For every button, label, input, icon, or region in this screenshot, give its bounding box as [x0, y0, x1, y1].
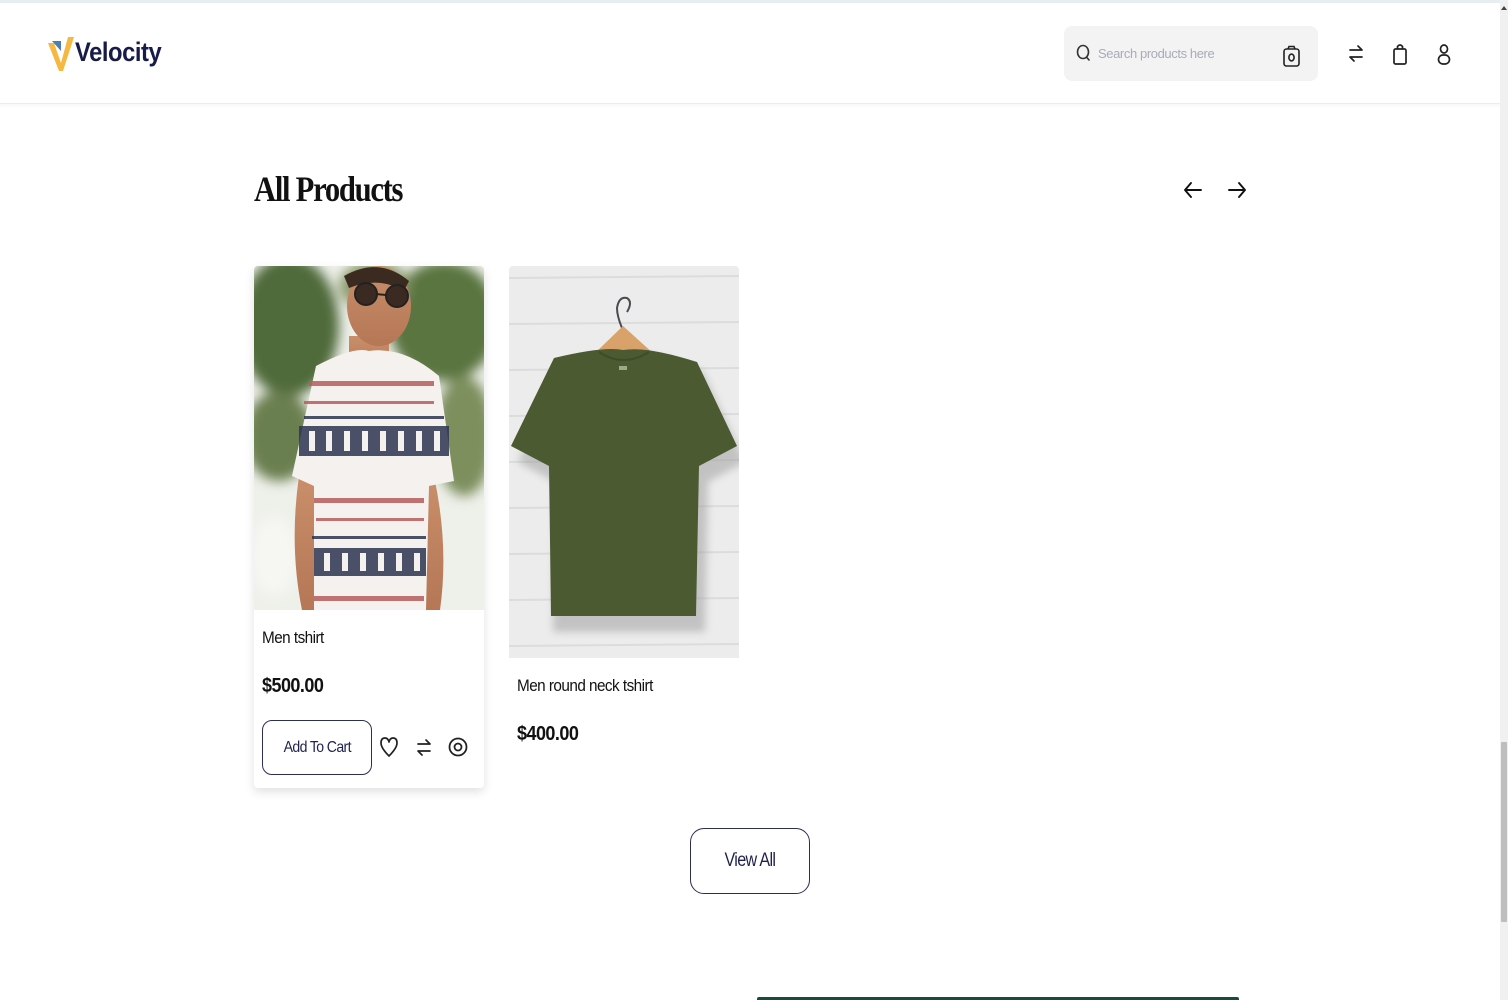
view-all-button[interactable]: View All [690, 828, 810, 894]
wishlist-button[interactable] [377, 734, 401, 760]
product-card[interactable]: Men tshirt $500.00 Add To Cart [254, 266, 484, 788]
shopping-bag-icon [1393, 44, 1407, 65]
product-image[interactable] [254, 266, 484, 610]
cart-button[interactable] [1388, 41, 1412, 67]
heart-icon [380, 737, 398, 757]
user-icon [1437, 44, 1451, 65]
compare-icon [417, 739, 431, 756]
product-card[interactable]: Men round neck tshirt $400.00 [509, 266, 739, 745]
compare-icon [1349, 45, 1363, 62]
scrollbar-thumb[interactable] [1501, 742, 1507, 922]
logo[interactable]: Velocity [48, 33, 173, 71]
compare-button[interactable] [1344, 41, 1368, 67]
carousel-prev-button[interactable] [1180, 177, 1206, 203]
brand-name: Velocity [75, 36, 162, 67]
camera-search-icon[interactable] [1282, 44, 1302, 68]
compare-product-button[interactable] [412, 734, 436, 760]
product-price: $500.00 [262, 675, 324, 697]
search-input[interactable] [1098, 40, 1278, 66]
search-bar [1064, 26, 1318, 81]
scroll-up-icon[interactable] [1501, 6, 1507, 10]
product-image[interactable] [509, 266, 739, 658]
section-title: All Products [254, 169, 403, 209]
product-photo-round-neck-tshirt [509, 266, 739, 658]
search-icon[interactable] [1074, 43, 1094, 63]
product-name[interactable]: Men round neck tshirt [517, 676, 653, 696]
quick-view-icon [448, 737, 468, 757]
add-to-cart-button[interactable]: Add To Cart [262, 720, 372, 775]
product-photo-men-tshirt [254, 266, 484, 610]
arrow-right-icon [1228, 182, 1246, 198]
add-to-cart-label: Add To Cart [283, 738, 351, 756]
carousel-next-button[interactable] [1224, 177, 1250, 203]
view-all-label: View All [724, 850, 777, 871]
velocity-logo-icon [48, 37, 74, 71]
quick-view-button[interactable] [446, 734, 470, 760]
product-price: $400.00 [517, 723, 579, 745]
site-header: Velocity [0, 3, 1500, 104]
arrow-left-icon [1184, 182, 1202, 198]
account-button[interactable] [1432, 41, 1456, 67]
product-name[interactable]: Men tshirt [262, 628, 324, 648]
page-scrollbar[interactable] [1500, 0, 1508, 1000]
